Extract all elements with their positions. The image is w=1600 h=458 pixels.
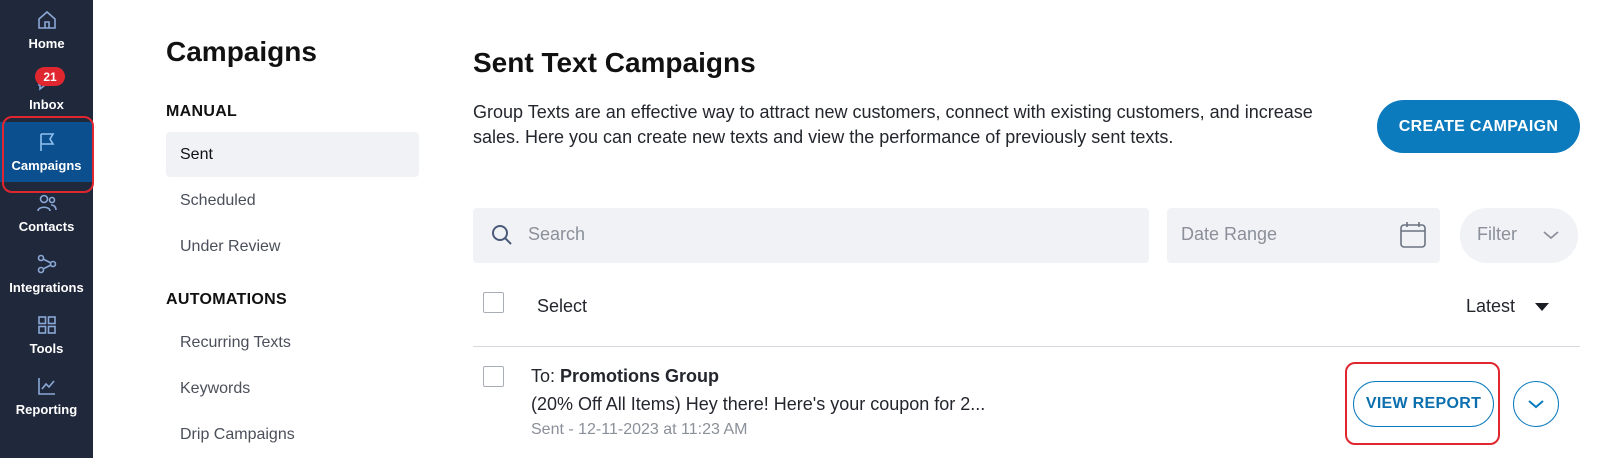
filter-dropdown[interactable]: Filter	[1460, 208, 1578, 263]
row-checkbox[interactable]	[483, 366, 504, 387]
sidebar-title: Campaigns	[166, 36, 317, 67]
sidebar-item-under-review[interactable]: Under Review	[166, 224, 419, 269]
nav-label-contacts: Contacts	[18, 219, 75, 234]
sidebar-section-manual: MANUAL	[166, 103, 238, 120]
nav-item-home[interactable]: Home	[0, 0, 93, 60]
grid-icon	[37, 316, 56, 334]
sidebar-item-sent[interactable]: Sent	[166, 132, 419, 177]
users-icon	[36, 194, 57, 212]
sidebar-item-recurring-texts[interactable]: Recurring Texts	[166, 320, 419, 365]
page-title: Sent Text Campaigns	[473, 47, 756, 78]
view-report-highlight-outline	[1345, 362, 1500, 445]
expand-row-button[interactable]	[1513, 381, 1559, 427]
select-all-checkbox[interactable]	[483, 292, 504, 313]
search-icon	[492, 225, 512, 245]
inbox-unread-badge: 21	[35, 67, 65, 86]
filter-label: Filter	[1477, 224, 1517, 244]
nav-label-inbox: Inbox	[29, 97, 64, 112]
campaign-sent-timestamp: Sent - 12-11-2023 at 11:23 AM	[531, 421, 748, 438]
list-divider	[473, 346, 1580, 347]
nav-label-tools: Tools	[29, 341, 64, 356]
campaigns-highlight-outline	[2, 116, 94, 193]
nav-item-tools[interactable]: Tools	[0, 305, 93, 365]
search-placeholder: Search	[528, 224, 586, 244]
page-description: Group Texts are an effective way to attr…	[473, 102, 1313, 147]
select-label: Select	[537, 296, 588, 316]
search-input[interactable]: Search	[473, 208, 1149, 263]
nav-label-reporting: Reporting	[15, 402, 78, 417]
create-campaign-button[interactable]: CREATE CAMPAIGN	[1377, 100, 1580, 153]
campaign-recipient: To: Promotions Group	[531, 366, 719, 387]
recipient-group: Promotions Group	[560, 366, 720, 386]
sort-dropdown[interactable]: Latest	[1466, 296, 1515, 317]
chevron-down-icon	[1528, 400, 1544, 409]
date-range-field[interactable]: Date Range	[1167, 208, 1440, 263]
sidebar-item-scheduled[interactable]: Scheduled	[166, 178, 419, 223]
sidebar-item-drip-campaigns[interactable]: Drip Campaigns	[166, 412, 419, 457]
nav-label-home: Home	[28, 36, 65, 51]
nav-label-integrations: Integrations	[9, 280, 84, 295]
caret-down-icon[interactable]	[1534, 302, 1550, 312]
chart-icon	[37, 378, 55, 395]
sidebar-item-keywords[interactable]: Keywords	[166, 366, 419, 411]
chevron-down-icon	[1543, 231, 1559, 240]
campaign-message-preview: (20% Off All Items) Hey there! Here's yo…	[531, 394, 986, 414]
nav-item-reporting[interactable]: Reporting	[0, 366, 93, 426]
sidebar-section-automations: AUTOMATIONS	[166, 291, 287, 308]
nav-item-integrations[interactable]: Integrations	[0, 244, 93, 304]
nav-rail: Home Inbox 21 Campaigns Contacts Integra…	[0, 0, 93, 458]
calendar-icon	[1400, 222, 1426, 248]
integrations-icon	[37, 254, 56, 274]
home-icon	[37, 10, 56, 29]
recipient-prefix: To:	[531, 366, 556, 386]
date-range-placeholder: Date Range	[1181, 224, 1278, 244]
